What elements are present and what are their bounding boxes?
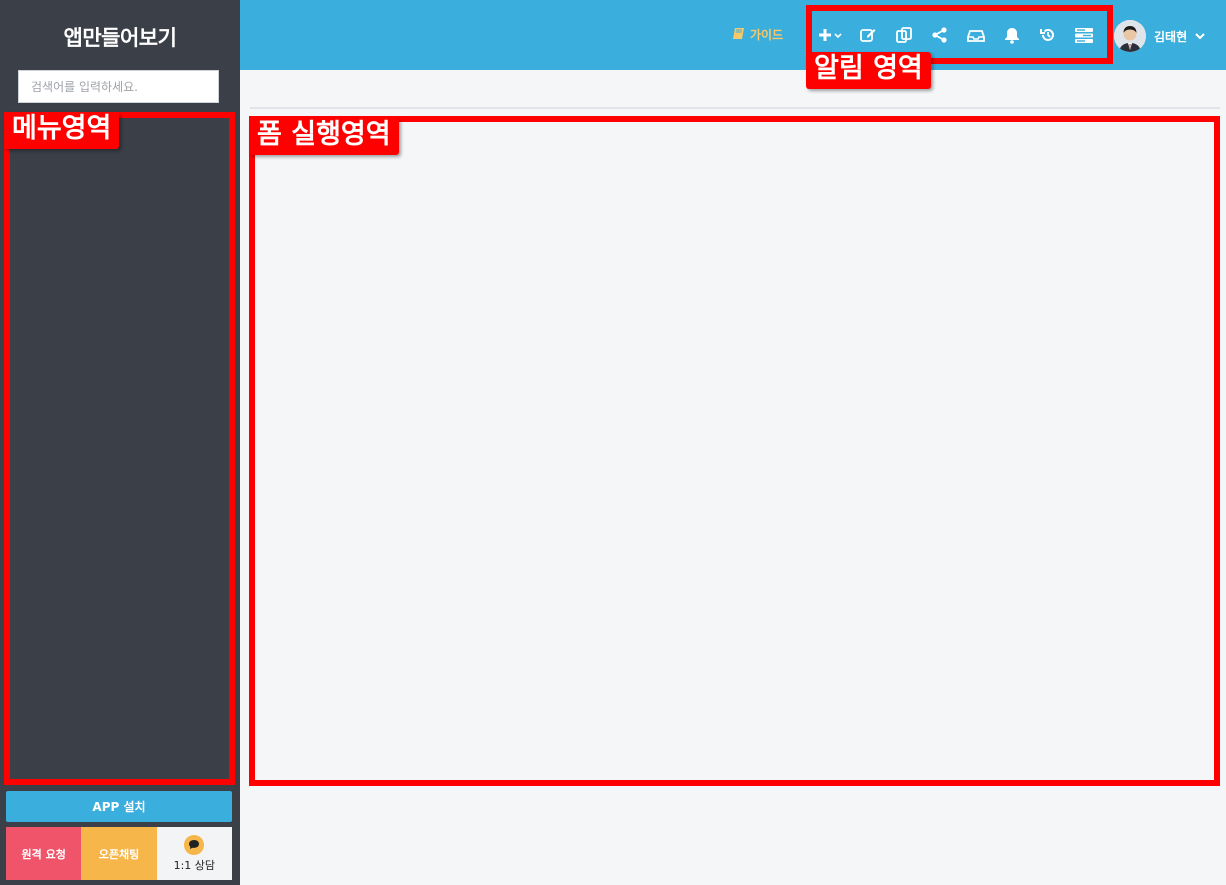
menu-search-input[interactable] xyxy=(18,70,219,103)
open-chat-button[interactable]: 오픈채팅 xyxy=(81,827,157,880)
guide-label: 가이드 xyxy=(750,28,784,42)
menu-area-box xyxy=(4,112,235,785)
consult-button[interactable]: 1:1 상담 xyxy=(156,827,232,880)
consult-label: 1:1 상담 xyxy=(173,858,216,872)
menu-area-label: 메뉴영역 xyxy=(4,112,120,149)
guide-link[interactable]: 가이드 xyxy=(732,26,783,43)
user-menu[interactable]: 김태현 xyxy=(1114,20,1205,52)
form-area-box xyxy=(249,116,1220,786)
app-install-button[interactable]: APP 설치 xyxy=(6,791,232,822)
form-area-label: 폼 실행영역 xyxy=(249,118,399,155)
content-divider xyxy=(250,107,1220,109)
chat-bubble-icon xyxy=(184,834,205,855)
user-name: 김태현 xyxy=(1154,29,1188,44)
app-title: 앱만들어보기 xyxy=(63,26,177,50)
remote-request-button[interactable]: 원격 요청 xyxy=(6,827,82,880)
bottom-button-group: 원격 요청 오픈채팅 1:1 상담 xyxy=(6,827,232,880)
book-icon xyxy=(732,27,746,43)
avatar xyxy=(1114,20,1146,52)
notification-area-label: 알림 영역 xyxy=(806,52,931,89)
chevron-down-icon xyxy=(1195,29,1205,43)
